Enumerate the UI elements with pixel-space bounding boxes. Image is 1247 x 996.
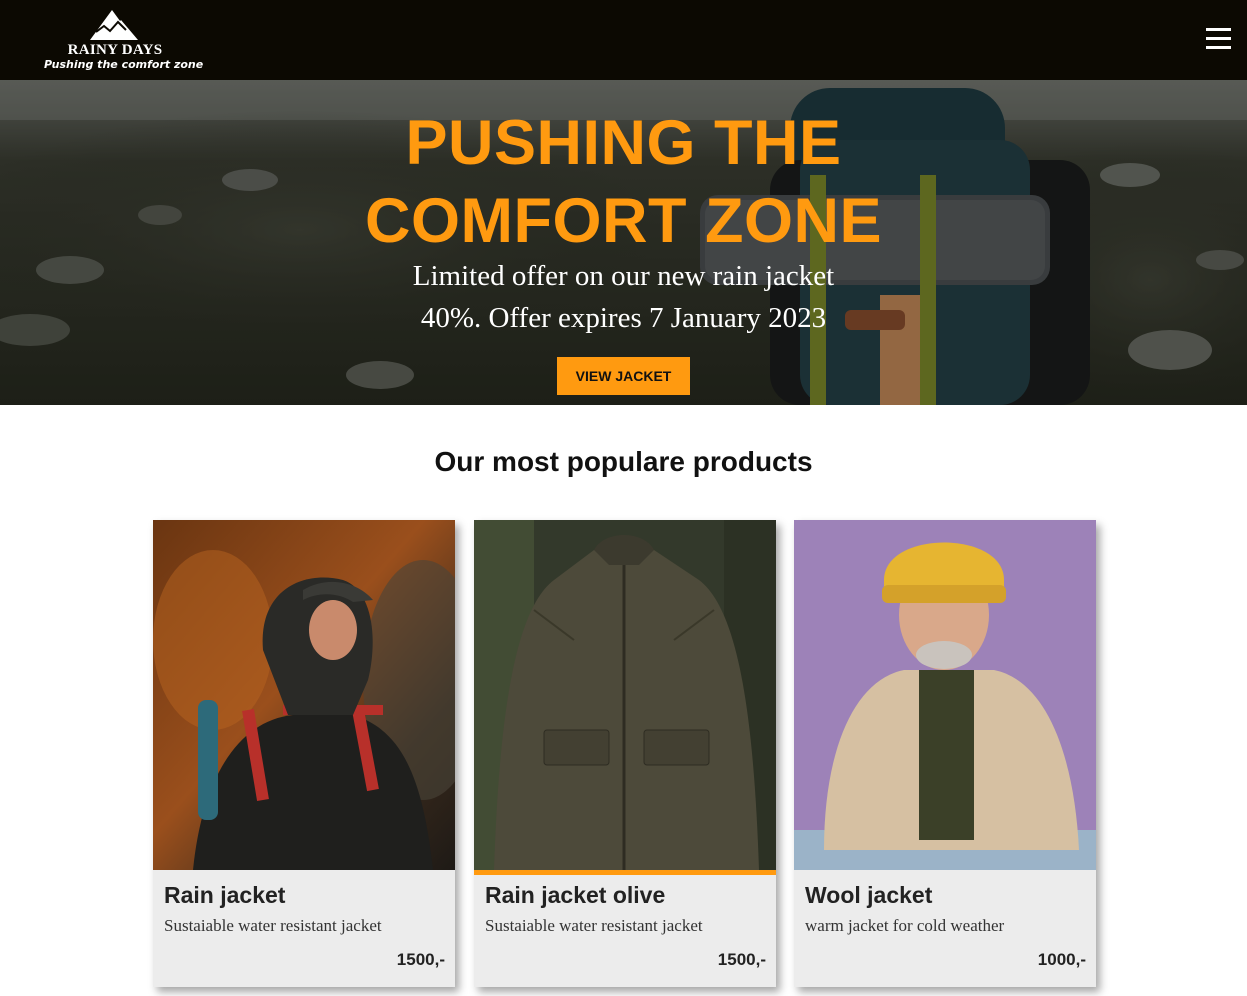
product-name: Rain jacket	[164, 882, 286, 908]
product-image-rain-jacket-olive	[474, 520, 776, 870]
product-accent-bar	[474, 870, 776, 875]
product-description: Sustaiable water resistant jacket	[485, 916, 703, 935]
product-card-rain-jacket[interactable]: Rain jacket Sustaiable water resistant j…	[153, 520, 455, 987]
hero-offer-line-2: 40%. Offer expires 7 January 2023	[420, 302, 827, 334]
logo[interactable]: RAINY DAYS Pushing the comfort zone	[44, 6, 204, 74]
site-header: RAINY DAYS Pushing the comfort zone	[0, 0, 1247, 80]
hero-title-line-2: COMFORT ZONE	[365, 186, 882, 256]
hero-offer-text: Limited offer on our new rain jacket 40%…	[300, 255, 947, 339]
hero-title: PUSHING THE COMFORT ZONE	[300, 104, 947, 260]
product-price: 1500,-	[396, 950, 445, 969]
product-price: 1500,-	[717, 950, 766, 969]
product-name: Wool jacket	[805, 882, 933, 908]
product-card-wool-jacket[interactable]: Wool jacket warm jacket for cold weather…	[794, 520, 1096, 987]
product-image-wool-jacket	[794, 520, 1096, 870]
product-description: warm jacket for cold weather	[805, 916, 1005, 935]
hamburger-menu-icon[interactable]	[1200, 22, 1236, 56]
logo-name: RAINY DAYS	[67, 42, 163, 58]
product-card-rain-jacket-olive[interactable]: Rain jacket olive Sustaiable water resis…	[474, 520, 776, 987]
logo-tagline: Pushing the comfort zone	[44, 58, 204, 71]
product-description: Sustaiable water resistant jacket	[164, 916, 382, 935]
product-image-rain-jacket	[153, 520, 455, 870]
view-jacket-button[interactable]: VIEW JACKET	[557, 357, 690, 395]
product-name: Rain jacket olive	[485, 882, 666, 908]
hero-title-line-1: PUSHING THE	[405, 108, 842, 178]
hero-banner: PUSHING THE COMFORT ZONE Limited offer o…	[0, 80, 1247, 405]
hero-offer-line-1: Limited offer on our new rain jacket	[412, 260, 835, 292]
product-price: 1000,-	[1037, 950, 1086, 969]
mountain-icon	[90, 10, 138, 40]
products-heading: Our most populare products	[434, 446, 813, 477]
